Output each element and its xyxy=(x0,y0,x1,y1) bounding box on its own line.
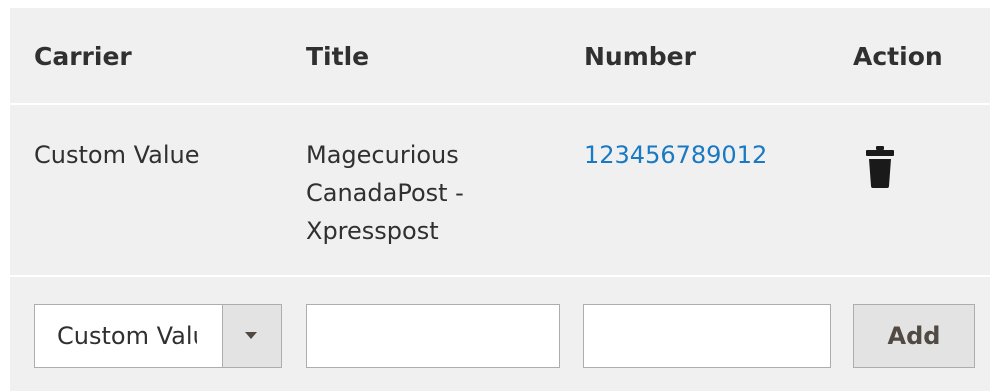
add-tracking-row: Custom Value Add xyxy=(10,277,990,391)
row-number: 123456789012 xyxy=(584,136,767,174)
number-input[interactable] xyxy=(583,304,831,368)
header-number: Number xyxy=(584,42,696,71)
row-title-line: Magecurious xyxy=(306,141,459,169)
row-title-line: CanadaPost - xyxy=(306,179,464,207)
header-carrier: Carrier xyxy=(34,42,132,71)
carrier-select-value: Custom Value xyxy=(57,322,197,350)
table-row: Custom Value Magecurious CanadaPost - Xp… xyxy=(10,105,990,277)
table-header-row: Carrier Title Number Action xyxy=(10,8,990,105)
tracking-table: Carrier Title Number Action Custom Value… xyxy=(10,8,990,391)
row-title-line: Xpresspost xyxy=(306,217,439,245)
header-title: Title xyxy=(306,42,370,71)
title-input[interactable] xyxy=(306,304,560,368)
tracking-number-link[interactable]: 123456789012 xyxy=(584,141,767,169)
chevron-down-icon xyxy=(245,332,257,339)
trash-icon[interactable] xyxy=(865,146,895,188)
row-title: Magecurious CanadaPost - Xpresspost xyxy=(306,136,464,250)
carrier-select-toggle[interactable] xyxy=(222,305,281,367)
header-action: Action xyxy=(853,42,943,71)
carrier-select[interactable]: Custom Value xyxy=(34,304,282,368)
row-carrier: Custom Value xyxy=(34,141,200,169)
add-button[interactable]: Add xyxy=(853,304,975,368)
